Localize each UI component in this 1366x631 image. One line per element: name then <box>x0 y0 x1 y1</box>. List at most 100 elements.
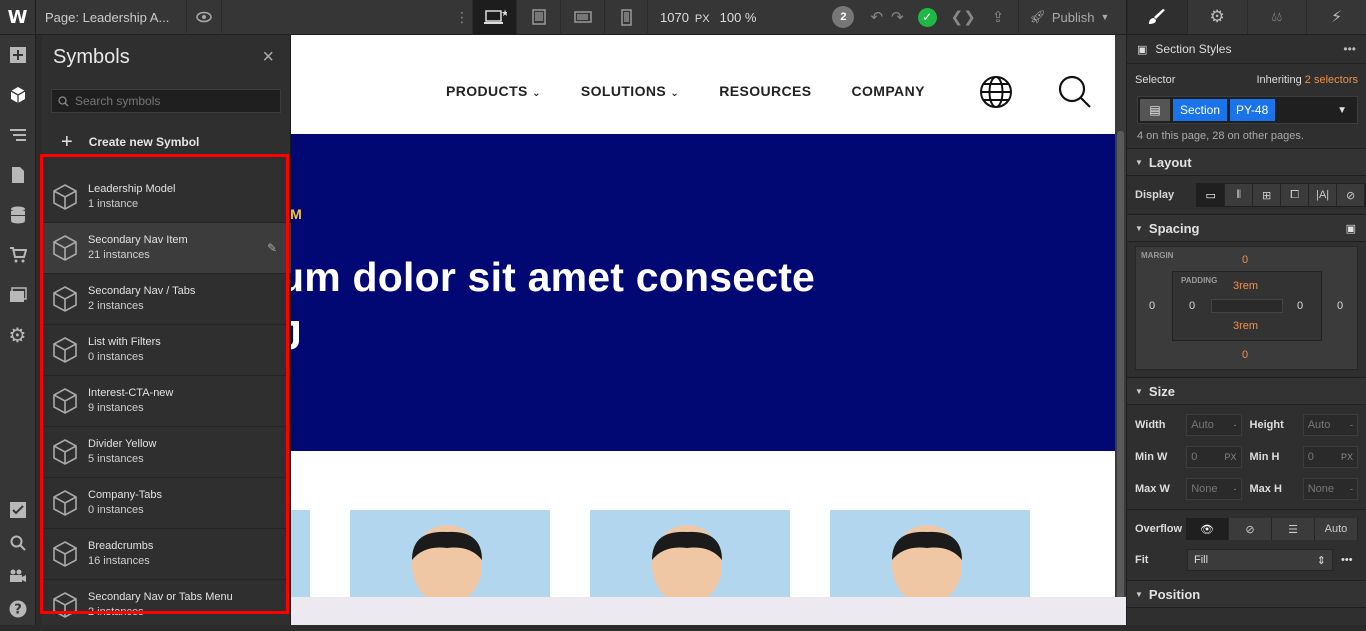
symbol-name: Divider Yellow <box>88 438 157 450</box>
share-icon[interactable]: ⇪ <box>992 8 1005 26</box>
overflow-visible-eye-icon[interactable]: 👁︎ <box>1186 518 1229 540</box>
class-chip-section[interactable]: Section <box>1173 99 1228 121</box>
chevron-down-icon[interactable]: ▼ <box>1337 105 1347 116</box>
margin-left-value[interactable]: 0 <box>1149 300 1155 312</box>
create-symbol-button[interactable]: + Create new Symbol <box>42 127 290 157</box>
canvas-scrollbar[interactable] <box>1115 35 1126 601</box>
overflow-auto-option[interactable]: Auto <box>1315 518 1358 540</box>
display-none-icon[interactable]: ⊘ <box>1337 184 1366 206</box>
design-canvas[interactable]: PRODUCTS ⌄ SOLUTIONS ⌄ RESOURCES COMPANY… <box>291 35 1115 597</box>
nav-solutions[interactable]: SOLUTIONS ⌄ <box>581 83 679 99</box>
audit-checkbox-icon[interactable] <box>0 493 36 526</box>
leader-card[interactable] <box>590 510 790 597</box>
symbol-list-item[interactable]: List with Filters 0 instances <box>42 325 291 376</box>
symbol-cube-icon <box>53 235 77 261</box>
style-manager-drops-icon[interactable]: 💧︎💧︎ <box>1246 0 1307 34</box>
publish-button[interactable]: 🚀︎ Publish ▼ <box>1018 0 1109 35</box>
symbol-list-item[interactable]: Interest-CTA-new 9 instances <box>42 376 291 427</box>
video-tutorials-icon[interactable] <box>0 559 36 592</box>
close-icon[interactable]: × <box>262 46 274 69</box>
display-block-icon[interactable]: ▭ <box>1197 184 1226 206</box>
padding-bottom-value[interactable]: 3rem <box>1233 320 1258 332</box>
padding-top-value[interactable]: 3rem <box>1233 280 1258 292</box>
symbol-list-item[interactable]: Secondary Nav Item 21 instances ✎ <box>42 223 291 274</box>
padding-left-value[interactable]: 0 <box>1189 300 1195 312</box>
fit-select[interactable]: Fill ⇕ <box>1187 549 1333 571</box>
nav-resources[interactable]: RESOURCES <box>719 83 811 99</box>
max-width-field[interactable]: None - <box>1186 478 1242 500</box>
spacing-section-toggle[interactable]: ▼ Spacing ▣ <box>1127 214 1366 242</box>
preview-eye-icon[interactable] <box>186 0 222 35</box>
ecommerce-cart-icon[interactable] <box>0 235 35 275</box>
inheriting-selectors-link[interactable]: 2 selectors <box>1305 74 1358 86</box>
add-panel-icon[interactable] <box>0 35 35 75</box>
tablet-icon[interactable] <box>516 0 560 35</box>
max-height-field[interactable]: None - <box>1302 478 1358 500</box>
position-section-toggle[interactable]: ▼ Position <box>1127 580 1366 608</box>
search-icon[interactable] <box>0 526 36 559</box>
overflow-scroll-icon[interactable]: ☰ <box>1272 518 1315 540</box>
element-settings-gear-icon[interactable]: ⚙ <box>1186 0 1247 34</box>
globe-icon[interactable] <box>979 75 1013 109</box>
spacing-expand-icon[interactable]: ▣ <box>1346 222 1356 235</box>
settings-gear-icon[interactable]: ⚙ <box>0 315 35 355</box>
min-width-field[interactable]: 0 PX <box>1186 446 1242 468</box>
padding-label: PADDING <box>1181 276 1218 285</box>
margin-bottom-value[interactable]: 0 <box>1242 349 1248 361</box>
redo-icon[interactable]: ↷ <box>891 8 904 26</box>
display-inline-block-icon[interactable]: ⧠ <box>1281 184 1310 206</box>
symbols-cube-icon[interactable] <box>0 75 35 115</box>
padding-right-value[interactable]: 0 <box>1297 300 1303 312</box>
notification-badge[interactable]: 2 <box>832 6 855 28</box>
more-vertical-icon[interactable]: ⋮ <box>452 9 472 26</box>
leader-card[interactable] <box>291 510 310 597</box>
code-export-icon[interactable]: ❮❯ <box>951 8 976 26</box>
leader-card[interactable] <box>350 510 550 597</box>
top-toolbar: W Page: Leadership A... ⋮ ★ 1070 PX 100 % … <box>0 0 1126 35</box>
fit-more-icon[interactable]: ••• <box>1341 554 1353 566</box>
navigator-icon[interactable] <box>0 115 35 155</box>
display-grid-icon[interactable]: ⊞ <box>1253 184 1282 206</box>
display-inline-icon[interactable]: |A| <box>1309 184 1338 206</box>
size-section-toggle[interactable]: ▼ Size <box>1127 377 1366 405</box>
more-horizontal-icon[interactable]: ••• <box>1343 42 1356 56</box>
search-symbols-input[interactable] <box>75 94 275 108</box>
symbol-list-item[interactable]: Secondary Nav / Tabs 2 instances <box>42 274 291 325</box>
min-height-field[interactable]: 0 PX <box>1302 446 1358 468</box>
symbol-list-item[interactable]: Leadership Model 1 instance <box>42 172 291 223</box>
undo-icon[interactable]: ↶ <box>870 8 883 26</box>
margin-top-value[interactable]: 0 <box>1242 254 1248 266</box>
page-selector[interactable]: Page: Leadership A... <box>36 10 186 25</box>
webflow-logo[interactable]: W <box>0 0 36 35</box>
interactions-bolt-icon[interactable]: ⚡︎ <box>1306 0 1366 34</box>
margin-right-value[interactable]: 0 <box>1337 300 1343 312</box>
symbol-list-item[interactable]: Breadcrumbs 16 instances <box>42 529 291 580</box>
height-field[interactable]: Auto - <box>1302 414 1358 436</box>
mobile-portrait-icon[interactable] <box>604 0 648 35</box>
layout-section-toggle[interactable]: ▼ Layout <box>1127 148 1366 176</box>
selector-state-icon[interactable]: ▤ <box>1140 99 1170 121</box>
assets-images-icon[interactable] <box>0 275 35 315</box>
help-icon[interactable]: ? <box>0 592 36 625</box>
pages-icon[interactable] <box>0 155 35 195</box>
display-flex-icon[interactable]: ⫴ <box>1225 184 1254 206</box>
nav-company[interactable]: COMPANY <box>852 83 925 99</box>
symbol-list-item[interactable]: Company-Tabs 0 instances <box>42 478 291 529</box>
mobile-landscape-icon[interactable] <box>560 0 604 35</box>
class-chip-py48[interactable]: PY-48 <box>1230 99 1276 121</box>
symbols-search[interactable] <box>51 89 281 113</box>
nav-products[interactable]: PRODUCTS ⌄ <box>446 83 541 99</box>
style-brush-icon[interactable] <box>1127 0 1187 34</box>
desktop-star-icon[interactable]: ★ <box>472 0 516 35</box>
site-search-icon[interactable] <box>1058 75 1092 109</box>
selector-field[interactable]: ▤ Section PY-48 ▼ <box>1137 96 1358 124</box>
symbols-header: Symbols × <box>42 35 290 80</box>
edit-pencil-icon[interactable]: ✎ <box>267 241 277 255</box>
symbol-list-item[interactable]: Divider Yellow 5 instances <box>42 427 291 478</box>
leader-card[interactable] <box>830 510 1030 597</box>
cms-database-icon[interactable] <box>0 195 35 235</box>
overflow-hidden-icon[interactable]: ⊘ <box>1229 518 1272 540</box>
symbol-list-item[interactable]: Secondary Nav or Tabs Menu 2 instances <box>42 580 291 631</box>
width-field[interactable]: Auto - <box>1186 414 1242 436</box>
hero-section[interactable]: RM um dolor sit amet consecte J <box>291 134 1115 451</box>
